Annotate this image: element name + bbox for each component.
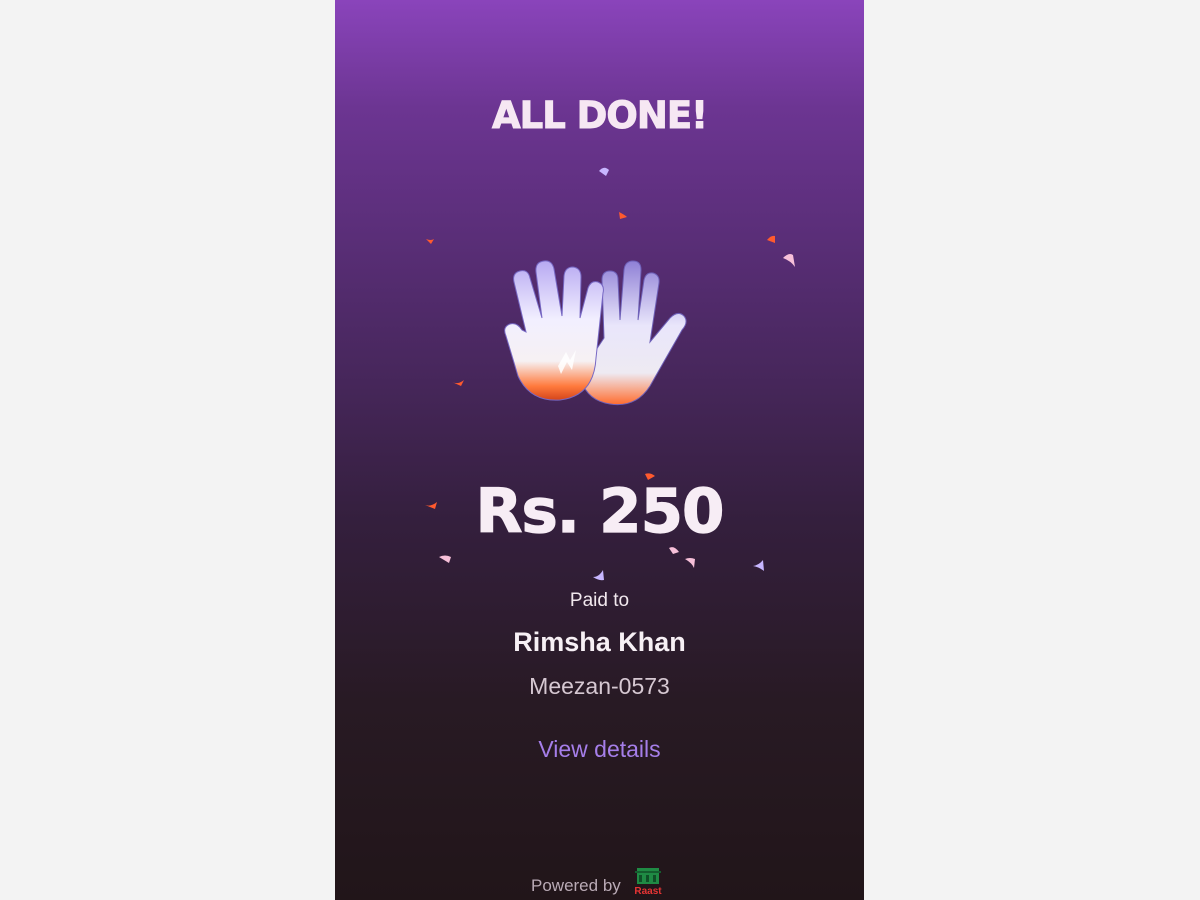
paid-to-label: Paid to: [569, 590, 630, 611]
confetti-piece: [439, 555, 451, 563]
confetti-piece: [767, 235, 775, 243]
view-details-link[interactable]: View details: [335, 736, 864, 763]
raast-logo: Raast: [631, 866, 665, 900]
raast-logo-icon: [635, 868, 661, 884]
success-title: ALL DONE!: [492, 94, 709, 138]
payment-amount: Rs. 250: [475, 475, 725, 547]
confetti-piece: [669, 547, 679, 554]
confetti-piece: [783, 254, 795, 267]
confetti-piece: [619, 212, 627, 219]
confetti-piece: [599, 167, 609, 176]
powered-by-label: Powered by: [531, 876, 621, 895]
payment-success-screen: ALL DONE! Rs. 250 Paid to Rimsha Khan Me…: [335, 0, 864, 900]
confetti-piece: [593, 570, 604, 581]
confetti-piece: [426, 239, 434, 244]
payee-name: Rimsha Khan: [513, 627, 686, 657]
payee-account: Meezan-0573: [529, 673, 670, 699]
front-hand: [504, 260, 604, 401]
confetti-piece: [685, 558, 695, 568]
clapping-hands-icon: [504, 260, 687, 406]
confetti-piece: [753, 560, 764, 571]
confetti-piece: [452, 380, 464, 386]
raast-logo-text: Raast: [634, 886, 662, 897]
